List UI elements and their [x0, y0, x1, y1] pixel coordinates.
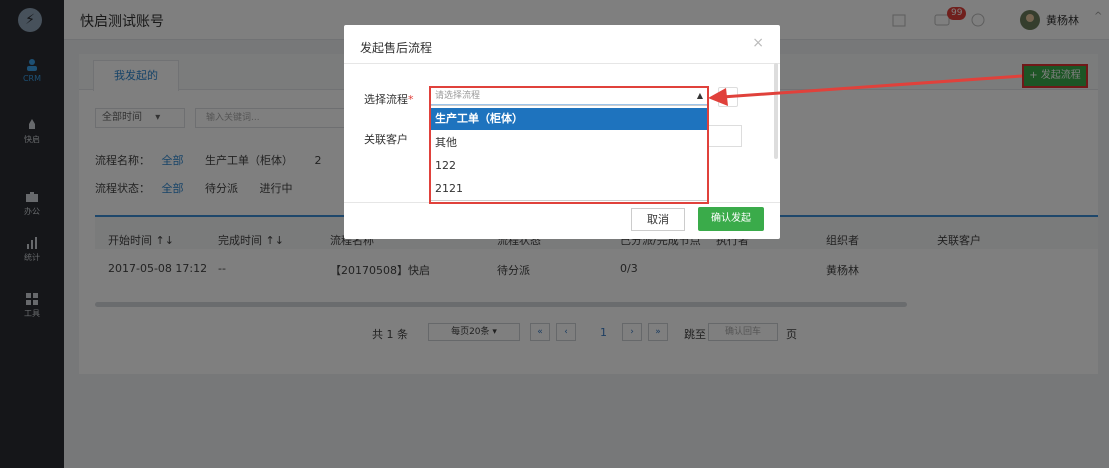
customer-label: 关联客户 [364, 133, 408, 146]
dialog-title: 发起售后流程 [360, 41, 433, 55]
cancel-button[interactable]: 取消 [631, 208, 685, 231]
flow-select-label: 选择流程* [364, 93, 414, 106]
customer-input[interactable] [708, 125, 742, 147]
close-icon[interactable]: × [752, 35, 764, 51]
annotation-highlight-box [429, 86, 709, 204]
annotation-arrow-icon [708, 74, 1023, 106]
confirm-start-button[interactable]: 确认发起 [698, 207, 764, 231]
